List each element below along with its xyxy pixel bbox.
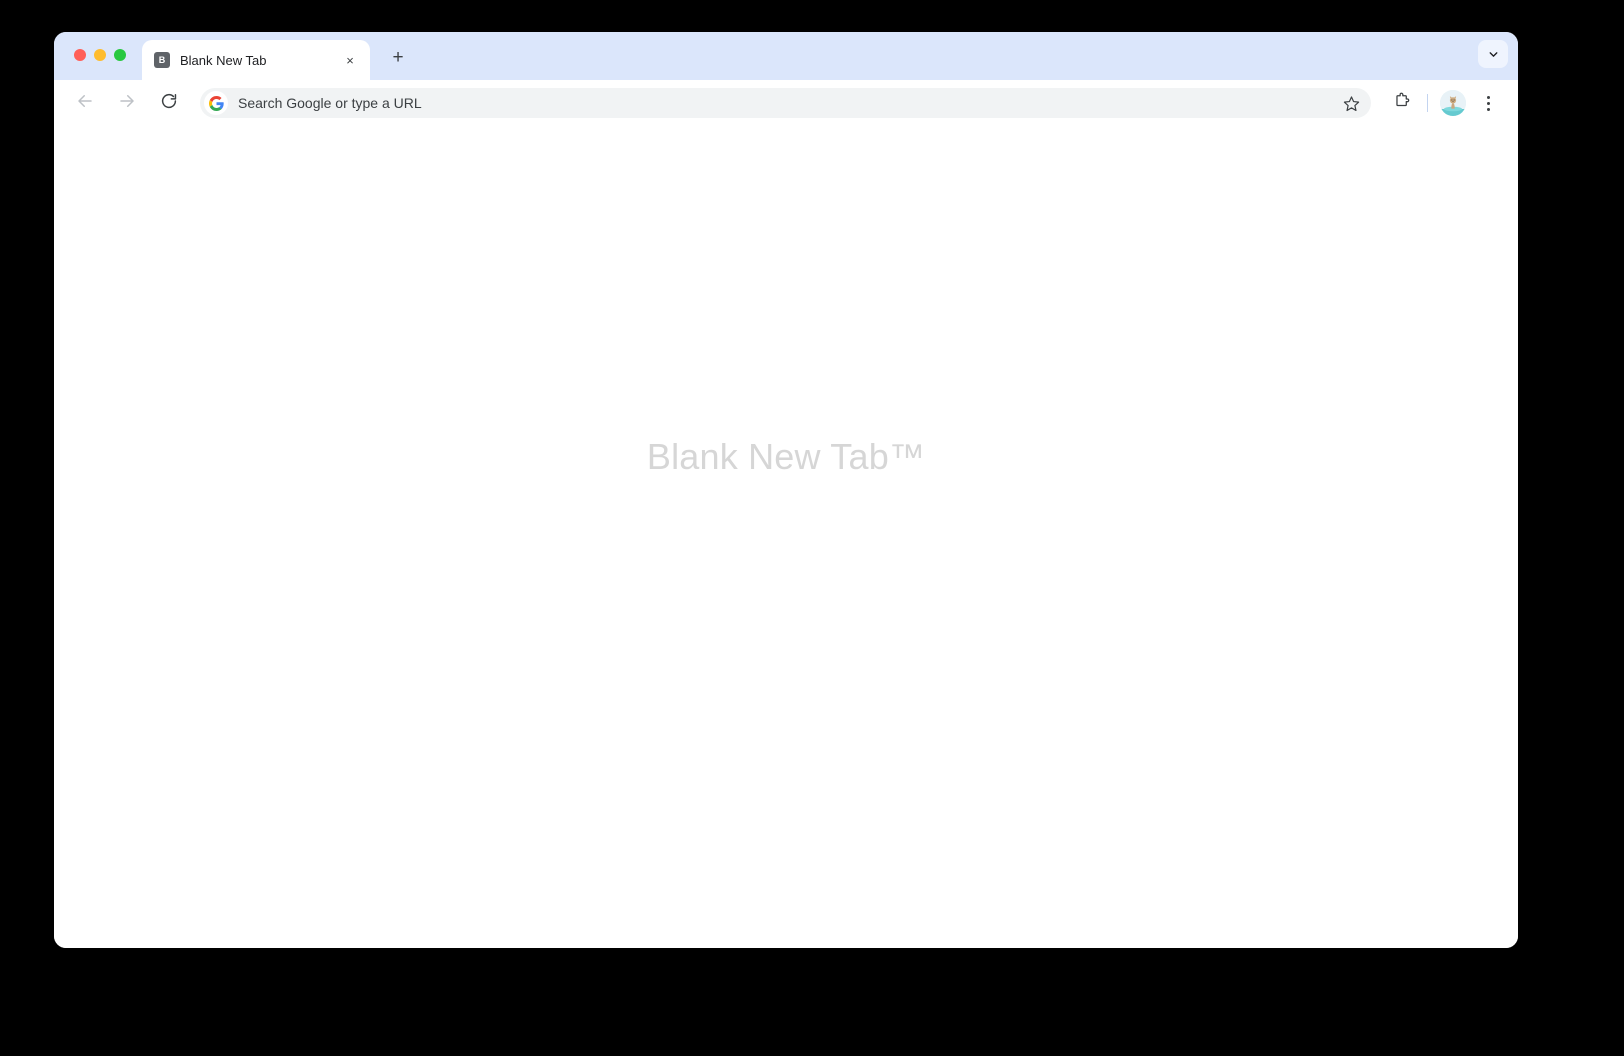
menu-dot-1 bbox=[1486, 95, 1490, 99]
browser-tab[interactable]: B Blank New Tab × bbox=[142, 40, 370, 80]
google-g-icon bbox=[204, 91, 228, 115]
tab-search-chevron-down-icon[interactable] bbox=[1478, 40, 1508, 68]
window-close-button[interactable] bbox=[74, 49, 86, 61]
star-outline-icon[interactable] bbox=[1339, 91, 1363, 115]
arrow-left-icon bbox=[76, 92, 94, 115]
browser-window: B Blank New Tab × + Search Google or typ… bbox=[54, 32, 1518, 948]
avatar[interactable] bbox=[1440, 90, 1466, 116]
page-content-area: Blank New Tab™ bbox=[54, 126, 1518, 948]
window-minimize-button[interactable] bbox=[94, 49, 106, 61]
address-bar[interactable]: Search Google or type a URL bbox=[200, 88, 1371, 118]
page-title: Blank New Tab™ bbox=[646, 436, 926, 477]
puzzle-piece-icon bbox=[1393, 92, 1411, 115]
tab-title: Blank New Tab bbox=[180, 52, 267, 68]
arrow-right-icon bbox=[118, 92, 136, 115]
three-dot-menu-button[interactable] bbox=[1474, 88, 1502, 118]
window-maximize-button[interactable] bbox=[114, 49, 126, 61]
address-bar-text[interactable]: Search Google or type a URL bbox=[238, 95, 1339, 111]
traffic-lights bbox=[74, 49, 126, 61]
reload-icon bbox=[160, 92, 178, 115]
menu-dot-3 bbox=[1486, 107, 1490, 111]
browser-toolbar: Search Google or type a URL bbox=[54, 80, 1518, 126]
tab-strip: B Blank New Tab × + bbox=[54, 32, 1518, 80]
forward-button[interactable] bbox=[111, 87, 143, 119]
back-button[interactable] bbox=[69, 87, 101, 119]
toolbar-divider bbox=[1427, 94, 1428, 112]
menu-dot-2 bbox=[1486, 101, 1490, 105]
new-tab-button[interactable]: + bbox=[384, 43, 412, 71]
extensions-button[interactable] bbox=[1387, 88, 1417, 118]
reload-button[interactable] bbox=[153, 87, 185, 119]
tab-favicon-icon: B bbox=[154, 52, 170, 68]
tab-close-icon[interactable]: × bbox=[340, 50, 360, 70]
tab-list: B Blank New Tab × bbox=[142, 32, 370, 80]
